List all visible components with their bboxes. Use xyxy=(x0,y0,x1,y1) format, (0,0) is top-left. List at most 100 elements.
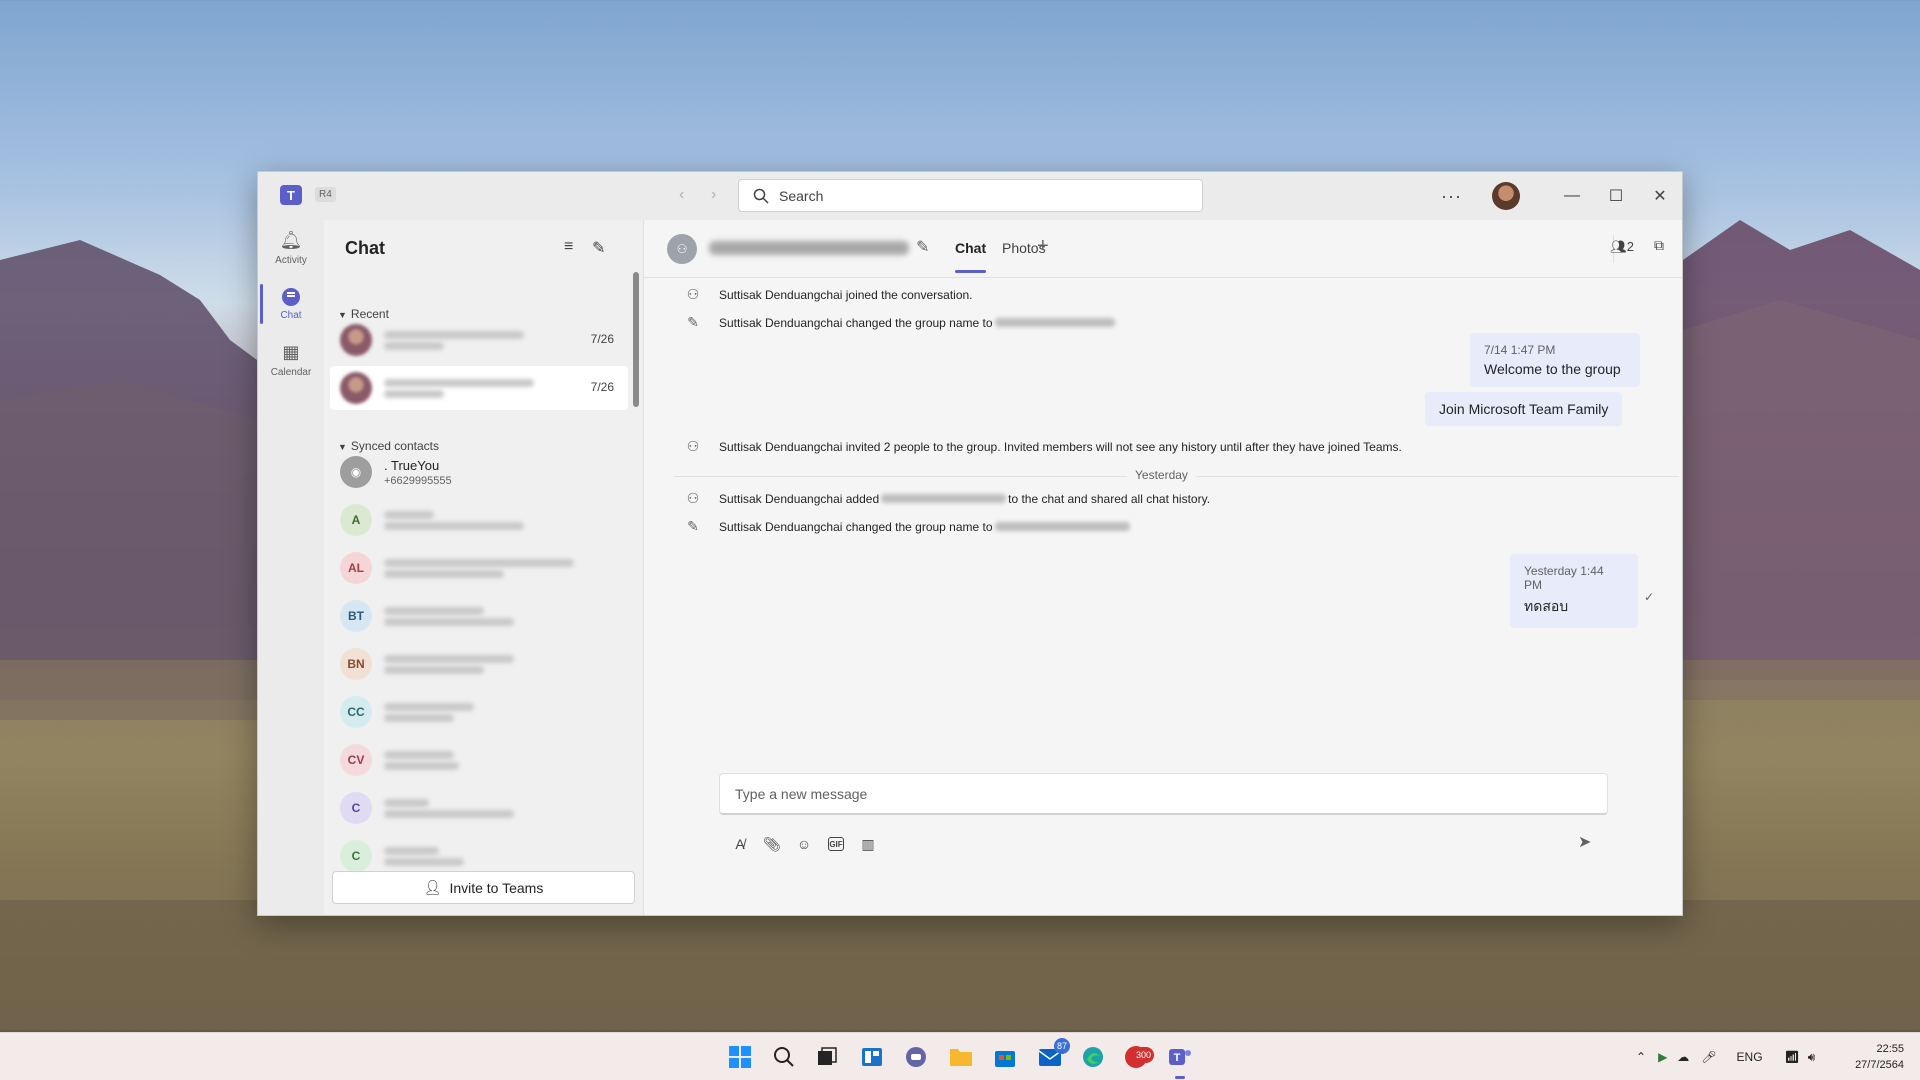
contact-item[interactable]: BN xyxy=(330,642,628,686)
microphone-icon[interactable]: 🎤︎ xyxy=(1701,1050,1716,1064)
cloud-icon[interactable]: ☁ xyxy=(1677,1050,1689,1064)
volume-icon[interactable]: 🔊︎ xyxy=(1808,1050,1816,1065)
blurred-name xyxy=(994,318,1115,327)
teams-chat-icon[interactable] xyxy=(902,1043,930,1071)
contact-item[interactable]: A xyxy=(330,498,628,542)
message-input[interactable] xyxy=(735,785,1595,802)
avatar: CC xyxy=(340,696,372,728)
emoji-icon[interactable]: ☺ xyxy=(788,832,820,856)
system-event: ⚇ Suttisak Denduangchai invited 2 people… xyxy=(684,438,1402,455)
avatar xyxy=(340,372,372,404)
show-hidden-icon[interactable]: ⌃ xyxy=(1636,1050,1646,1064)
add-tab-icon[interactable]: + xyxy=(1037,235,1049,258)
start-icon[interactable] xyxy=(726,1043,754,1071)
send-icon[interactable]: ➤ xyxy=(1578,832,1591,852)
teams-app-icon[interactable]: T xyxy=(1166,1043,1194,1079)
avatar: AL xyxy=(340,552,372,584)
app-rail: 🔔︎ Activity Chat ▦ Calendar xyxy=(258,220,324,915)
pencil-icon: ✎ xyxy=(687,518,699,534)
blurred-contact xyxy=(384,556,584,581)
tab-chat[interactable]: Chat xyxy=(955,240,987,273)
participants-button[interactable]: 👥︎2 xyxy=(1610,239,1634,255)
file-explorer-icon[interactable] xyxy=(947,1043,975,1071)
group-avatar-icon: ⚇ xyxy=(667,234,697,264)
blurred-contact xyxy=(384,796,584,821)
language-indicator[interactable]: ENG xyxy=(1737,1050,1763,1064)
contact-item[interactable]: AL xyxy=(330,546,628,590)
chat-list-title: Chat xyxy=(345,238,385,258)
back-arrow-icon[interactable]: ‹ xyxy=(679,186,684,204)
message-bubble[interactable]: 7/14 1:47 PM Welcome to the group xyxy=(1470,333,1640,387)
mail-icon[interactable]: 87 xyxy=(1036,1038,1070,1071)
invite-to-teams-button[interactable]: 👤︎ Invite to Teams xyxy=(332,871,635,904)
recent-chat-item-selected[interactable]: 7/26 xyxy=(330,366,628,410)
chat-list-scrollbar[interactable] xyxy=(633,272,639,407)
system-event: ⚇ Suttisak Denduangchai joined the conve… xyxy=(684,286,973,303)
message-bubble[interactable]: Join Microsoft Team Family xyxy=(1425,392,1623,426)
blurred-chat-name xyxy=(384,328,584,353)
widgets-icon[interactable] xyxy=(858,1043,886,1071)
title-right-controls: ··· — ☐ ✕ xyxy=(1441,172,1682,220)
compose-box[interactable] xyxy=(719,773,1608,815)
profile-avatar[interactable] xyxy=(1492,182,1520,210)
add-person-icon: 👤︎ xyxy=(423,879,442,895)
contact-item[interactable]: BT xyxy=(330,594,628,638)
rail-item-activity[interactable]: 🔔︎ Activity xyxy=(258,220,324,276)
search-icon[interactable] xyxy=(770,1043,798,1071)
attach-icon[interactable]: 📎︎ xyxy=(756,832,788,856)
new-chat-icon[interactable]: ✎ xyxy=(592,238,605,258)
rail-label-chat: Chat xyxy=(280,309,302,321)
message-text: Welcome to the group xyxy=(1484,361,1621,377)
blurred-group-name xyxy=(709,241,909,255)
chat-list-header: Chat ≡ ✎ xyxy=(324,220,643,276)
popout-chat-icon[interactable]: ⧉ xyxy=(1654,237,1664,254)
search-input[interactable] xyxy=(779,187,1179,204)
store-icon[interactable] xyxy=(991,1043,1019,1071)
forward-arrow-icon[interactable]: › xyxy=(711,186,716,204)
chat-main: ⚇ ✎ Chat Photos + 👥︎2 ⧉ ⚇ Suttisak Dendu… xyxy=(644,220,1682,915)
more-options-icon[interactable]: ··· xyxy=(1441,186,1462,207)
invite-label: Invite to Teams xyxy=(449,879,544,896)
day-label: Yesterday xyxy=(1127,468,1196,482)
event-text: Suttisak Denduangchai changed the group … xyxy=(719,315,993,330)
avatar: BT xyxy=(340,600,372,632)
event-text: to the chat and shared all chat history. xyxy=(1008,491,1211,506)
contact-item[interactable]: C xyxy=(330,786,628,830)
nvidia-icon[interactable]: ▶ xyxy=(1658,1050,1667,1064)
avatar: A xyxy=(340,504,372,536)
rail-item-calendar[interactable]: ▦ Calendar xyxy=(258,332,324,388)
clock-date: 27/7/2564 xyxy=(1855,1059,1904,1071)
contact-item[interactable]: CV xyxy=(330,738,628,782)
blurred-contact xyxy=(384,748,584,773)
format-icon[interactable]: A̸ xyxy=(724,832,756,856)
avatar: CV xyxy=(340,744,372,776)
message-time: 7/14 1:47 PM xyxy=(1484,343,1556,357)
blurred-name xyxy=(881,494,1007,503)
search-box[interactable] xyxy=(738,179,1203,212)
task-view-icon[interactable] xyxy=(813,1043,841,1071)
gif-icon[interactable]: GIF xyxy=(820,832,852,856)
bell-icon: 🔔︎ xyxy=(279,230,303,250)
svg-text:T: T xyxy=(1174,1052,1181,1064)
contact-item[interactable]: CC xyxy=(330,690,628,734)
edge-icon[interactable] xyxy=(1079,1043,1107,1071)
edit-group-name-icon[interactable]: ✎ xyxy=(916,237,929,257)
rail-item-chat[interactable]: Chat xyxy=(258,276,324,332)
message-bubble[interactable]: Yesterday 1:44 PM ทดสอบ xyxy=(1510,554,1638,628)
close-button[interactable]: ✕ xyxy=(1638,186,1682,206)
notification-badge: 87 xyxy=(1053,1038,1070,1054)
message-text: Join Microsoft Team Family xyxy=(1439,401,1609,417)
filter-icon[interactable]: ≡ xyxy=(564,238,573,256)
recent-chat-item[interactable]: 7/26 xyxy=(330,318,628,362)
rail-label-calendar: Calendar xyxy=(270,367,312,378)
teams-logo-icon: T xyxy=(280,185,302,205)
app-icon-red[interactable]: 300 xyxy=(1122,1043,1154,1071)
clock[interactable]: 22:55 27/7/2564 xyxy=(1855,1041,1904,1073)
contact-item[interactable]: ◉ . TrueYou +6629995555 xyxy=(330,450,628,494)
wifi-icon[interactable]: 📶︎ xyxy=(1785,1050,1800,1064)
people-icon: 👥︎ xyxy=(1610,239,1627,254)
poll-icon[interactable]: ▥ xyxy=(852,832,884,856)
maximize-button[interactable]: ☐ xyxy=(1594,186,1638,206)
minimize-button[interactable]: — xyxy=(1550,187,1594,205)
blurred-contact xyxy=(384,604,584,629)
